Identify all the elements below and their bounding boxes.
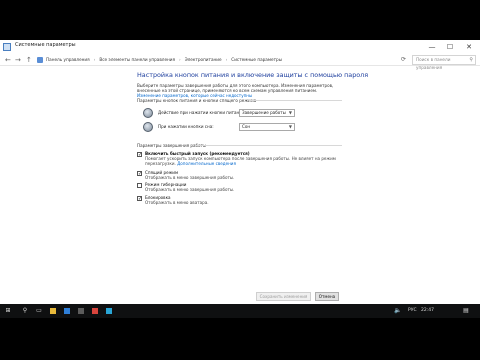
- search-icon: ⚲: [469, 57, 473, 63]
- language-indicator[interactable]: РУС: [408, 304, 417, 318]
- volume-icon[interactable]: 🔈: [392, 304, 404, 318]
- store-icon-glyph: [78, 308, 84, 314]
- search-icon[interactable]: ⚲: [20, 304, 30, 318]
- store-icon[interactable]: [76, 304, 86, 318]
- lock-description: Отображать в меню аватара.: [145, 200, 209, 205]
- chevron-down-icon: ▼: [288, 110, 292, 115]
- fast-startup-description: Помогает ускорить запуск компьютера посл…: [145, 156, 340, 167]
- fast-startup-desc-text: Помогает ускорить запуск компьютера посл…: [145, 156, 336, 166]
- search-input[interactable]: Поиск в панели управления ⚲: [412, 55, 476, 70]
- minimize-button[interactable]: —: [425, 40, 439, 54]
- power-button-icon: [143, 108, 153, 118]
- notifications-icon[interactable]: ▤: [460, 304, 472, 318]
- cancel-button[interactable]: Отмена: [315, 292, 339, 301]
- windows-start-icon[interactable]: ⊞: [2, 304, 14, 318]
- breadcrumb-item[interactable]: Панель управления: [46, 57, 90, 62]
- chrome-icon[interactable]: [90, 304, 100, 318]
- power-buttons-section-header: Параметры кнопок питания и кнопки спящег…: [137, 98, 257, 103]
- sleep-button-action-value: Сон: [242, 124, 251, 129]
- section-divider: [195, 145, 342, 146]
- up-button[interactable]: ↑: [26, 54, 32, 66]
- forward-button[interactable]: →: [15, 54, 21, 66]
- title-bar: Системные параметры — ☐ ✕: [0, 40, 480, 54]
- window-title: Системные параметры: [15, 42, 76, 48]
- close-button[interactable]: ✕: [462, 40, 476, 54]
- breadcrumb-item[interactable]: Все элементы панели управления: [99, 57, 175, 62]
- app-icon-glyph: [106, 308, 112, 314]
- app-icon[interactable]: [104, 304, 114, 318]
- clock[interactable]: 22:47: [421, 304, 434, 318]
- breadcrumb-item[interactable]: Электропитание: [185, 57, 222, 62]
- breadcrumb-item[interactable]: Системные параметры: [231, 57, 282, 62]
- control-panel-icon: [3, 43, 11, 51]
- breadcrumb: Панель управления › Все элементы панели уп…: [46, 54, 282, 66]
- hibernate-checkbox[interactable]: [137, 183, 142, 188]
- lock-checkbox[interactable]: ✓: [137, 196, 142, 202]
- refresh-button[interactable]: ⟳: [401, 54, 406, 66]
- sleep-button-action-select[interactable]: Сон ▼: [239, 123, 295, 131]
- sleep-description: Отображать в меню завершения работы.: [145, 175, 235, 180]
- save-changes-button[interactable]: Сохранить изменения: [256, 292, 311, 301]
- folder-icon[interactable]: [48, 304, 58, 318]
- hibernate-description: Отображать в меню завершения работы.: [145, 187, 235, 192]
- address-bar: ← → ↑ Панель управления › Все элементы пан…: [0, 54, 480, 70]
- page-title: Настройка кнопок питания и включение защ…: [137, 71, 369, 79]
- power-button-action-select[interactable]: Завершение работы ▼: [239, 109, 295, 117]
- sleep-button-icon: [143, 122, 153, 132]
- chevron-down-icon: ▼: [288, 124, 292, 129]
- chevron-right-icon: ›: [179, 57, 181, 62]
- chevron-right-icon: ›: [225, 57, 228, 62]
- section-divider: [249, 100, 342, 101]
- intro-description: Выберите параметры завершения работы для…: [137, 83, 334, 93]
- task-view-icon[interactable]: ▭: [34, 304, 44, 318]
- fast-startup-checkbox[interactable]: ✓: [137, 152, 142, 158]
- folder-icon-glyph: [50, 308, 56, 314]
- taskbar: ⊞ ⚲ ▭ 🔈 РУС 22:47 ▤: [0, 304, 480, 318]
- system-settings-window: Системные параметры — ☐ ✕ ← → ↑ Панель у…: [0, 40, 480, 304]
- control-panel-icon: [37, 57, 43, 63]
- sleep-button-label: При нажатии кнопки сна:: [158, 124, 214, 129]
- browser-icon[interactable]: [62, 304, 72, 318]
- sleep-checkbox[interactable]: ✓: [137, 171, 142, 177]
- power-button-action-value: Завершение работы: [242, 110, 286, 115]
- power-button-label: Действие при нажатии кнопки питания:: [158, 110, 246, 115]
- more-info-link[interactable]: Дополнительные сведения: [177, 161, 236, 166]
- chrome-icon-glyph: [92, 308, 98, 314]
- chevron-right-icon: ›: [93, 57, 96, 62]
- back-button[interactable]: ←: [5, 54, 11, 66]
- maximize-button[interactable]: ☐: [443, 40, 457, 54]
- browser-icon-glyph: [64, 308, 70, 314]
- search-placeholder: Поиск в панели управления: [416, 57, 451, 70]
- intro-text: Выберите параметры завершения работы для…: [137, 83, 342, 98]
